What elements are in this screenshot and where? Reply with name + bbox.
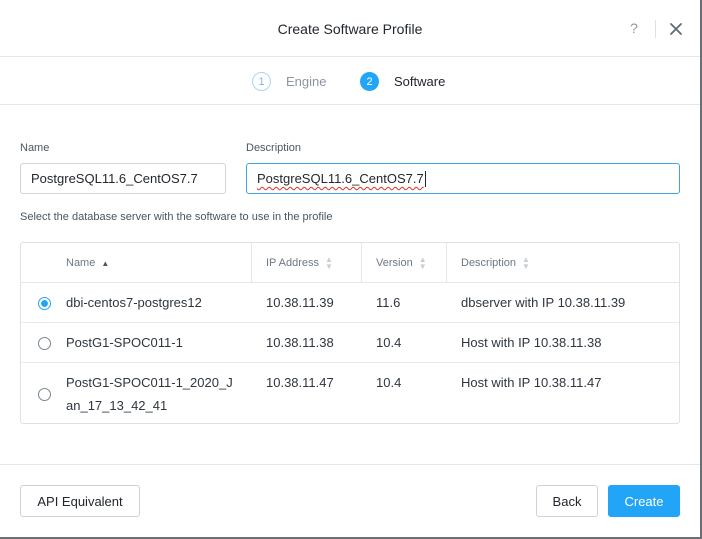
column-header-name-label: Name [66, 257, 96, 269]
row-ip-address: 10.38.11.38 [266, 335, 334, 350]
step-software-number: 2 [360, 72, 379, 91]
name-field[interactable]: PostgreSQL11.6_CentOS7.7 [20, 163, 226, 194]
server-selection-hint: Select the database server with the soft… [20, 211, 333, 223]
column-divider [361, 243, 362, 283]
back-button[interactable]: Back [536, 485, 598, 517]
column-divider [251, 243, 252, 283]
row-ip-address: 10.38.11.47 [266, 375, 334, 390]
sort-icon: ▲ ▼ [325, 255, 333, 271]
step-engine[interactable]: 1 Engine [252, 72, 326, 91]
step-software-label: Software [394, 74, 446, 89]
row-description: dbserver with IP 10.38.11.39 [461, 295, 626, 310]
text-caret [424, 170, 426, 187]
description-field[interactable]: PostgreSQL11.6_CentOS7.7 [246, 163, 680, 194]
column-header-version-label: Version [376, 257, 413, 269]
name-field-value: PostgreSQL11.6_CentOS7.7 [31, 171, 198, 186]
sort-icon: ▲ ▼ [522, 255, 530, 271]
dialog-header: Create Software Profile ? [0, 0, 700, 57]
dialog-footer: API Equivalent Back Create [0, 464, 700, 537]
table-row[interactable]: PostG1-SPOC011-1 10.38.11.38 10.4 Host w… [21, 323, 679, 363]
create-software-profile-dialog: Create Software Profile ? 1 Engine 2 Sof… [0, 0, 702, 539]
table-row[interactable]: PostG1-SPOC011-1_2020_J an_17_13_42_41 1… [21, 363, 679, 423]
help-button[interactable]: ? [626, 20, 642, 38]
row-radio-button[interactable] [38, 337, 51, 350]
step-engine-label: Engine [286, 74, 327, 89]
row-name-line-1: PostG1-SPOC011-1_2020_J [66, 375, 233, 390]
row-name: dbi-centos7-postgres12 [66, 295, 202, 310]
column-header-description[interactable]: Description ▲ ▼ [461, 243, 530, 283]
row-description: Host with IP 10.38.11.38 [461, 335, 602, 350]
create-button[interactable]: Create [608, 485, 680, 517]
column-header-ip[interactable]: IP Address ▲ ▼ [266, 243, 333, 283]
api-equivalent-button[interactable]: API Equivalent [20, 485, 140, 517]
sort-ascending-icon: ▲▼ [101, 258, 110, 268]
column-header-version[interactable]: Version ▲ ▼ [376, 243, 427, 283]
name-label: Name [20, 142, 50, 154]
row-name-line-2: an_17_13_42_41 [66, 398, 168, 413]
row-description: Host with IP 10.38.11.47 [461, 375, 602, 390]
column-header-ip-label: IP Address [266, 257, 319, 269]
column-header-name[interactable]: Name ▲▼ [66, 243, 109, 283]
close-icon[interactable] [667, 20, 685, 38]
dialog-title: Create Software Profile [277, 21, 423, 37]
row-version: 10.4 [376, 375, 402, 390]
row-radio-button[interactable] [38, 297, 51, 310]
table-row[interactable]: dbi-centos7-postgres12 10.38.11.39 11.6 … [21, 283, 679, 323]
step-engine-number: 1 [252, 72, 271, 91]
wizard-steps: 1 Engine 2 Software [0, 58, 700, 105]
row-ip-address: 10.38.11.39 [266, 295, 334, 310]
step-software[interactable]: 2 Software [360, 72, 445, 91]
description-field-value: PostgreSQL11.6_CentOS7.7 [257, 171, 424, 186]
row-version: 10.4 [376, 335, 402, 350]
row-version: 11.6 [376, 295, 401, 310]
column-header-description-label: Description [461, 257, 517, 269]
sort-icon: ▲ ▼ [418, 255, 427, 271]
table-header: Name ▲▼ IP Address ▲▼ Version ▲▼ Descrip… [21, 243, 679, 283]
row-radio-button[interactable] [38, 388, 51, 401]
description-label: Description [246, 142, 302, 154]
row-name: PostG1-SPOC011-1 [66, 335, 183, 350]
database-server-table: Name ▲▼ IP Address ▲▼ Version ▲▼ Descrip… [20, 242, 680, 424]
header-divider [655, 20, 656, 38]
column-divider [446, 243, 447, 283]
